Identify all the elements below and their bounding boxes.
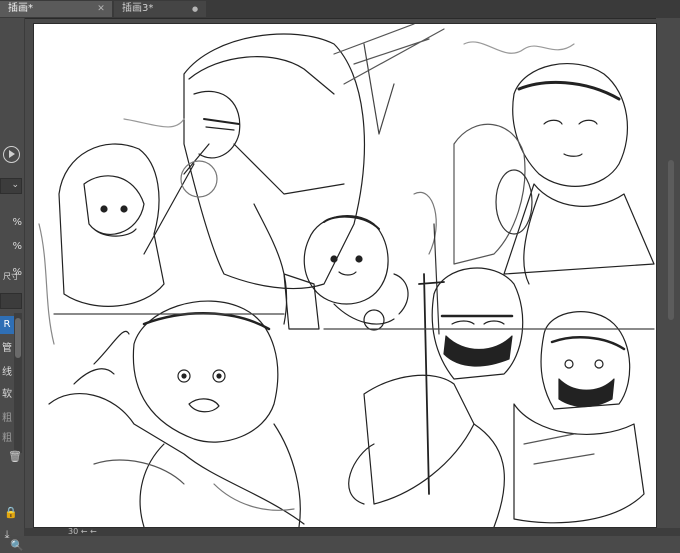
left-panel: ⌄ % % % 尺寸 R 管 线 软 粗 粗 🗑 🔒 ⤓ 🔍 [0, 18, 25, 552]
tab-illustration[interactable]: 插画* ✕ [0, 1, 112, 17]
tab-illustration-3[interactable]: 插画3* ● [114, 1, 206, 17]
layer-scroll-thumb[interactable] [15, 318, 21, 358]
spin-field[interactable] [0, 293, 22, 309]
layer-item-selected[interactable]: R [0, 316, 14, 334]
lock-icon[interactable]: 🔒 [4, 506, 18, 520]
layer-item-label[interactable]: 线 [0, 364, 14, 382]
sketch-artwork [38, 24, 655, 527]
drawing-canvas[interactable] [34, 24, 656, 527]
layer-item-label[interactable]: 管 [0, 340, 14, 358]
document-tab-bar: 插画* ✕ 插画3* ● [0, 0, 680, 19]
layer-item-label[interactable]: 粗 [0, 430, 14, 448]
layer-item-label: R [3, 319, 11, 330]
close-icon[interactable]: ✕ [96, 1, 106, 17]
play-circle-icon[interactable] [3, 146, 20, 163]
unsaved-dot-icon[interactable]: ● [190, 1, 200, 17]
layer-item-label[interactable]: 软 [0, 386, 14, 404]
spin-field[interactable]: ⌄ [0, 178, 22, 194]
trash-icon[interactable]: 🗑 [8, 450, 22, 464]
percent-label: % [12, 217, 22, 228]
tab-label: 插画* [8, 3, 33, 14]
percent-label: % [12, 241, 22, 252]
tab-label: 插画3* [122, 3, 154, 14]
layer-item-label[interactable]: 粗 [0, 410, 14, 428]
zoom-readout: 30 ← ← [68, 528, 97, 536]
search-icon[interactable]: 🔍 [10, 539, 24, 553]
status-bar: 30 ← ← [24, 528, 680, 536]
size-label: 尺寸 [3, 272, 19, 281]
vertical-scroll-thumb[interactable] [668, 160, 674, 320]
